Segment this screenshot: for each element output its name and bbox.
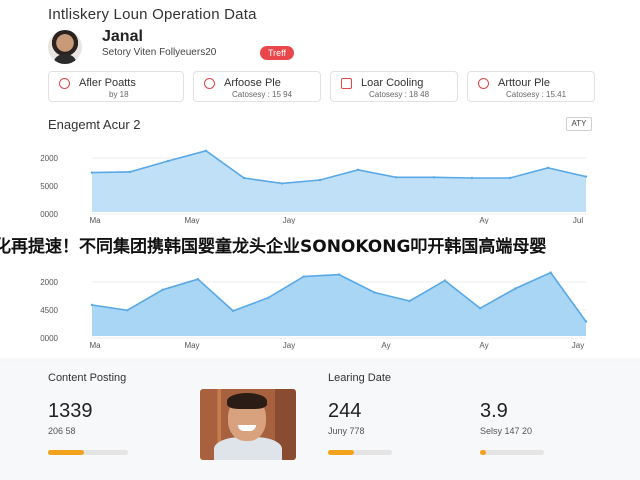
tag-icon [341, 78, 352, 89]
warning-icon [59, 78, 70, 89]
data-point [408, 299, 411, 303]
stat-sub: 206 58 [48, 426, 76, 436]
data-point [128, 170, 132, 174]
summary-card[interactable]: Loar Cooling Catosesy : 18 48 [330, 71, 458, 102]
data-point [584, 320, 588, 323]
progress-bar [480, 450, 544, 455]
card-sub: by 18 [109, 90, 129, 99]
card-label: Afler Poatts [79, 77, 136, 89]
y-tick-label: 0000 [40, 210, 58, 219]
card-sub: Catosesy : 15 94 [232, 90, 293, 99]
profile-name: Janal [102, 28, 143, 45]
card-label: Loar Cooling [361, 77, 424, 89]
y-tick-label: 0000 [40, 334, 58, 343]
x-tick-label: Ma [89, 341, 101, 350]
data-point [443, 279, 447, 282]
data-point [90, 303, 94, 307]
data-point [196, 278, 200, 281]
clock-icon [204, 78, 215, 89]
card-label: Arfoose Ple [224, 77, 281, 89]
progress-fill [328, 450, 354, 455]
x-tick-label: Ay [381, 341, 390, 350]
status-badge[interactable]: Treff [260, 46, 295, 60]
stat-value: 244 [328, 400, 362, 422]
data-point [166, 159, 170, 163]
stat-title: Learing Date [328, 372, 391, 384]
data-point [161, 288, 164, 291]
data-point [549, 271, 552, 274]
data-point [267, 296, 270, 299]
data-point [318, 178, 322, 182]
y-tick-label: 4500 [40, 306, 58, 315]
y-tick-label: 2000 [40, 278, 58, 287]
summary-cards: Afler Poatts by 18 Arfoose Ple Catosesy … [48, 71, 608, 103]
data-point [584, 175, 588, 178]
data-point [337, 273, 341, 276]
x-tick-label: Jay [572, 341, 584, 350]
summary-card[interactable]: Arttour Ple Catosesy : 15.41 [467, 71, 595, 102]
profile-subtitle: Setory Viten Follyeuers20 [102, 47, 217, 58]
data-point [302, 275, 305, 278]
person-photo [200, 389, 296, 460]
data-point [514, 287, 517, 290]
profile-header: Janal Setory Viten Follyeuers20 Treff [48, 28, 448, 64]
card-label: Arttour Ple [498, 77, 550, 89]
ticker-text: 化再提速！不同集团携韩国婴童龙头企业SONOKONG叩开韩国高端母婴 [0, 237, 547, 257]
data-point [546, 166, 550, 169]
progress-bar [48, 450, 128, 455]
x-tick-label: Ay [479, 341, 488, 350]
range-button[interactable]: ATY [566, 117, 592, 131]
card-sub: Catosesy : 15.41 [506, 90, 567, 99]
summary-card[interactable]: Afler Poatts by 18 [48, 71, 184, 102]
data-point [126, 309, 129, 312]
data-point [356, 168, 360, 171]
progress-bar [328, 450, 392, 455]
summary-card[interactable]: Arfoose Ple Catosesy : 15 94 [193, 71, 321, 102]
data-point [373, 291, 376, 294]
photo-hair [227, 393, 267, 409]
page-title: Intliskery Loun Operation Data [48, 6, 257, 23]
engagement-chart-bottom: 2000 4500 0000 Ma May Jay Ay Ay Jay [40, 271, 588, 350]
stat-title: Content Posting [48, 372, 127, 384]
data-point [242, 176, 246, 180]
chart-title: Enagemt Acur 2 [48, 117, 141, 132]
data-point [231, 309, 235, 313]
x-tick-label: May [184, 341, 199, 350]
alert-icon [478, 78, 489, 89]
engagement-chart-top: 200050000000Ma May Jay Ay Jul [40, 149, 588, 225]
data-point [432, 176, 436, 179]
stat-value: 3.9 [480, 400, 508, 422]
progress-fill [480, 450, 487, 455]
data-point [280, 182, 284, 185]
stat-sub: Selsy 147 20 [480, 426, 533, 436]
data-point [478, 307, 482, 310]
data-point [470, 176, 474, 180]
x-tick-label: Jay [283, 341, 295, 350]
y-tick-label: 2000 [40, 154, 58, 163]
card-sub: Catosesy : 18 48 [369, 90, 430, 99]
data-point [90, 171, 94, 174]
avatar[interactable] [48, 30, 82, 64]
data-point [394, 176, 398, 179]
stat-value: 1339 [48, 400, 93, 422]
y-tick-label: 5000 [40, 182, 58, 191]
news-ticker: 化再提速！不同集团携韩国婴童龙头企业SONOKONG叩开韩国高端母婴 [0, 224, 640, 262]
series-area [92, 150, 586, 212]
data-point [508, 176, 512, 180]
stats-panel: Content Posting 1339 206 58 Learing Date… [0, 362, 640, 480]
data-point [204, 149, 208, 152]
progress-fill [48, 450, 84, 455]
stat-sub: Juny 778 [328, 426, 365, 436]
